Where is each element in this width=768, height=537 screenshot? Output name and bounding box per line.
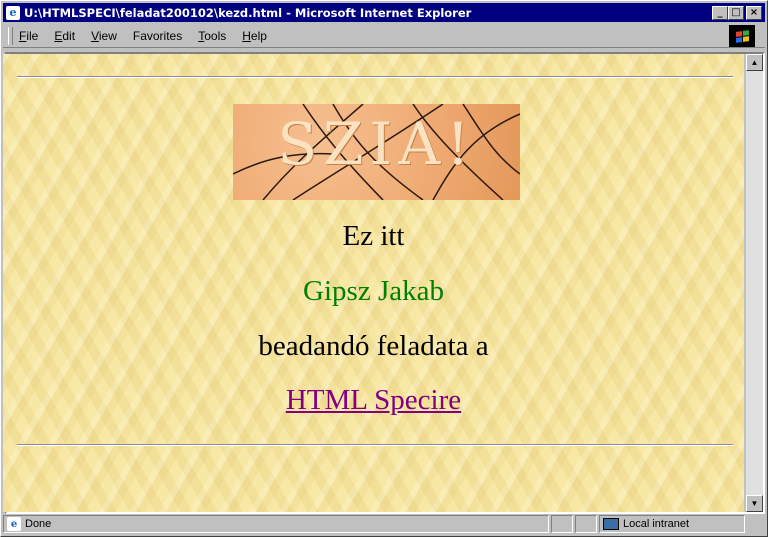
page-body: SZIA! Ez itt Gipsz Jakab beadandó felada… [3, 54, 744, 512]
menu-view[interactable]: View [91, 29, 117, 43]
menu-favorites[interactable]: Favorites [133, 29, 182, 43]
menu-bar: File Edit View Favorites Tools Help [3, 24, 765, 48]
status-panel-main: e Done [3, 515, 549, 533]
student-name: Gipsz Jakab [303, 275, 444, 307]
close-button[interactable]: × [746, 5, 762, 20]
menu-file[interactable]: File [19, 29, 38, 43]
minimize-button[interactable]: _ [712, 5, 728, 20]
ie-icon: e [6, 5, 20, 20]
scroll-down-button[interactable]: ▼ [746, 495, 763, 512]
status-bar: e Done Local intranet [3, 515, 765, 535]
banner-text: SZIA! [277, 110, 476, 178]
szia-banner-image: SZIA! [233, 104, 520, 200]
top-rule [17, 76, 733, 78]
windows-logo-icon [729, 25, 755, 47]
scroll-up-button[interactable]: ▲ [746, 54, 763, 71]
status-panel-progress [551, 515, 573, 533]
vertical-scrollbar[interactable]: ▲ ▼ [746, 54, 763, 512]
status-panel-security [575, 515, 597, 533]
status-panel-zone: Local intranet [599, 515, 745, 533]
html-specire-link[interactable]: HTML Specire [286, 384, 461, 416]
window-title: U:\HTMLSPECI\feladat200102\kezd.html - M… [24, 5, 472, 20]
toolbar-grip[interactable] [8, 26, 13, 45]
intro-text: Ez itt [342, 220, 405, 252]
assignment-text: beadandó feladata a [258, 330, 489, 362]
status-text: Done [25, 518, 52, 530]
browser-window: e U:\HTMLSPECI\feladat200102\kezd.html -… [0, 0, 768, 537]
bottom-rule [17, 444, 733, 446]
zone-text: Local intranet [623, 518, 690, 530]
maximize-button[interactable]: □ [728, 5, 744, 20]
intranet-zone-icon [603, 518, 619, 530]
menu-help[interactable]: Help [242, 29, 267, 43]
page-done-icon: e [7, 517, 21, 531]
link-row: HTML Specire [3, 384, 744, 417]
menu-tools[interactable]: Tools [198, 29, 226, 43]
title-bar: e U:\HTMLSPECI\feladat200102\kezd.html -… [3, 3, 765, 22]
menu-edit[interactable]: Edit [54, 29, 75, 43]
